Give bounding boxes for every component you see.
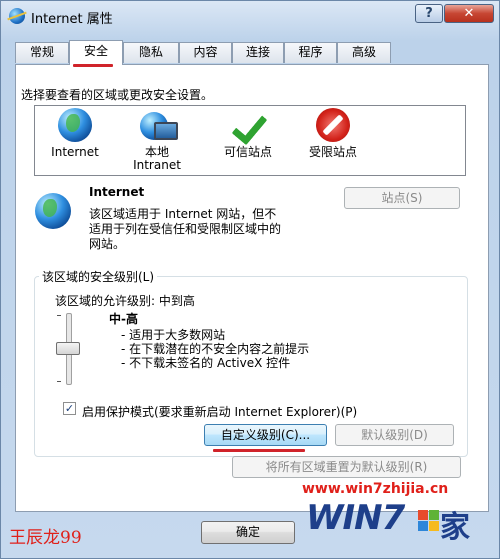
- selected-zone-title: Internet: [89, 185, 145, 199]
- tab-content[interactable]: 内容: [179, 42, 232, 63]
- tab-general[interactable]: 常规: [15, 42, 69, 63]
- zone-label-line2: Intranet: [133, 158, 181, 172]
- zone-label: Internet: [51, 145, 99, 159]
- restricted-icon: [316, 108, 350, 142]
- tab-strip: 常规 安全 隐私 内容 连接 程序 高级: [15, 40, 489, 65]
- protected-mode-checkbox[interactable]: ✓: [63, 402, 76, 415]
- zone-restricted-sites[interactable]: 受限站点: [300, 108, 366, 159]
- level-desc-line: - 在下载潜在的不安全内容之前提示: [121, 342, 310, 356]
- desc-line: 网站。: [89, 237, 126, 251]
- globe-icon: [58, 108, 92, 142]
- trusted-check-icon: [231, 108, 265, 142]
- tab-advanced[interactable]: 高级: [337, 42, 391, 63]
- local-intranet-icon: [140, 108, 178, 142]
- zone-select-hint: 选择要查看的区域或更改安全设置。: [21, 88, 214, 102]
- security-level-slider-thumb[interactable]: [56, 342, 80, 355]
- allowed-levels-text: 该区域的允许级别: 中到高: [55, 294, 195, 308]
- default-level-button[interactable]: 默认级别(D): [335, 424, 454, 446]
- desc-line: 适用于列在受信任和受限制区域中的: [89, 222, 282, 236]
- tab-privacy[interactable]: 隐私: [123, 42, 179, 63]
- help-button[interactable]: ?: [415, 4, 443, 23]
- internet-properties-window: Internet 属性 ? ✕ 常规 安全 隐私 内容 连接 程序 高级 选择要…: [0, 0, 500, 559]
- tab-connections[interactable]: 连接: [232, 42, 284, 63]
- level-description: - 适用于大多数网站 - 在下载潜在的不安全内容之前提示 - 不下载未签名的 A…: [121, 328, 309, 370]
- zone-list: Internet 本地 Intranet 可信站点 受限站点: [34, 105, 466, 176]
- author-signature: 王辰龙99: [9, 528, 82, 548]
- selected-zone-description: 该区域适用于 Internet 网站，但不 适用于列在受信任和受限制区域中的 网…: [89, 207, 329, 252]
- tab-programs[interactable]: 程序: [284, 42, 337, 63]
- window-title: Internet 属性: [31, 12, 113, 27]
- slider-tick: [57, 315, 61, 316]
- custom-highlight-underline: [213, 449, 305, 452]
- slider-tick: [57, 381, 61, 382]
- win7-logo: WIN7 家: [306, 498, 471, 558]
- level-desc-line: - 适用于大多数网站: [121, 328, 226, 342]
- zone-label: 受限站点: [308, 145, 357, 159]
- win7-logo-home: 家: [440, 510, 470, 545]
- watermark-url: www.win7zhijia.cn: [302, 481, 449, 497]
- tab-highlight-underline: [73, 64, 113, 67]
- custom-level-button[interactable]: 自定义级别(C)...: [204, 424, 327, 446]
- sites-button[interactable]: 站点(S): [344, 187, 460, 209]
- windows-flag-icon: [418, 510, 440, 532]
- close-button[interactable]: ✕: [444, 4, 494, 23]
- win7-logo-text: WIN7: [306, 498, 405, 538]
- ok-button[interactable]: 确定: [201, 521, 295, 544]
- zone-trusted-sites[interactable]: 可信站点: [215, 108, 281, 159]
- protected-mode-label[interactable]: 启用保护模式(要求重新启动 Internet Explorer)(P): [82, 403, 357, 420]
- reset-all-zones-button[interactable]: 将所有区域重置为默认级别(R): [232, 456, 461, 478]
- level-desc-line: - 不下载未签名的 ActiveX 控件: [121, 356, 291, 370]
- zone-internet[interactable]: Internet: [45, 108, 105, 159]
- security-level-label: 该区域的安全级别(L): [39, 268, 158, 285]
- desc-line: 该区域适用于 Internet 网站，但不: [89, 207, 277, 221]
- zone-local-intranet[interactable]: 本地 Intranet: [127, 108, 187, 172]
- zone-label: 可信站点: [223, 145, 272, 159]
- level-name: 中-高: [109, 312, 138, 326]
- selected-zone-globe-icon: [35, 193, 71, 229]
- tab-security[interactable]: 安全: [69, 40, 123, 65]
- title-bar[interactable]: Internet 属性 ? ✕: [1, 1, 499, 31]
- internet-explorer-icon: [9, 8, 25, 24]
